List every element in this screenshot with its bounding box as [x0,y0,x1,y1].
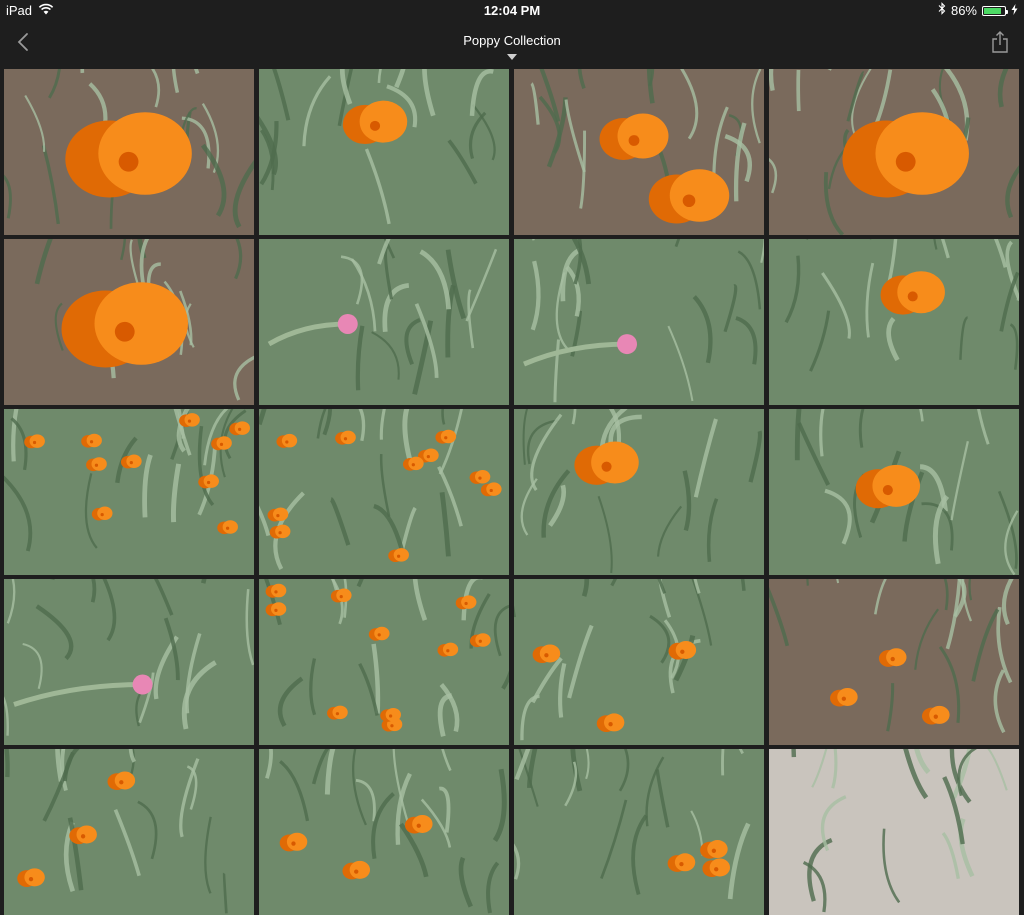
photo-thumbnail[interactable] [259,409,509,575]
photo-thumbnail[interactable] [514,239,764,405]
battery-level [984,8,1002,14]
battery-icon [982,6,1008,16]
status-right: 86% [938,0,1018,22]
bluetooth-icon [938,0,946,22]
status-time: 12:04 PM [483,3,541,18]
poppy-bud [617,334,638,355]
photo-thumbnail[interactable] [769,239,1019,405]
photo-thumbnail[interactable] [259,579,509,745]
photo-thumbnail[interactable] [514,579,764,745]
photo-thumbnail[interactable] [4,749,254,915]
poppy-bud [337,313,358,334]
caret-down-icon [507,54,517,60]
photo-thumbnail[interactable] [769,69,1019,235]
collection-title: Poppy Collection [463,33,561,48]
photo-thumbnail[interactable] [769,749,1019,915]
photo-thumbnail[interactable] [514,749,764,915]
nav-bar: Poppy Collection [0,22,1024,68]
share-button[interactable] [988,30,1012,58]
photo-thumbnail[interactable] [514,69,764,235]
photo-thumbnail[interactable] [4,579,254,745]
photo-thumbnail[interactable] [4,409,254,575]
collection-title-button[interactable]: Poppy Collection [0,32,1024,60]
battery-percent: 86% [950,3,977,18]
photo-grid [4,69,1021,915]
photo-thumbnail[interactable] [769,579,1019,745]
photo-thumbnail[interactable] [769,409,1019,575]
photo-thumbnail[interactable] [259,239,509,405]
photo-thumbnail[interactable] [259,69,509,235]
photo-thumbnail[interactable] [514,409,764,575]
photo-thumbnail[interactable] [259,749,509,915]
charging-icon [1011,0,1018,22]
share-icon [991,30,1009,58]
poppy-bud [132,674,153,695]
photo-thumbnail[interactable] [4,69,254,235]
photo-thumbnail[interactable] [4,239,254,405]
status-bar: iPad 12:04 PM 86% [0,0,1024,22]
